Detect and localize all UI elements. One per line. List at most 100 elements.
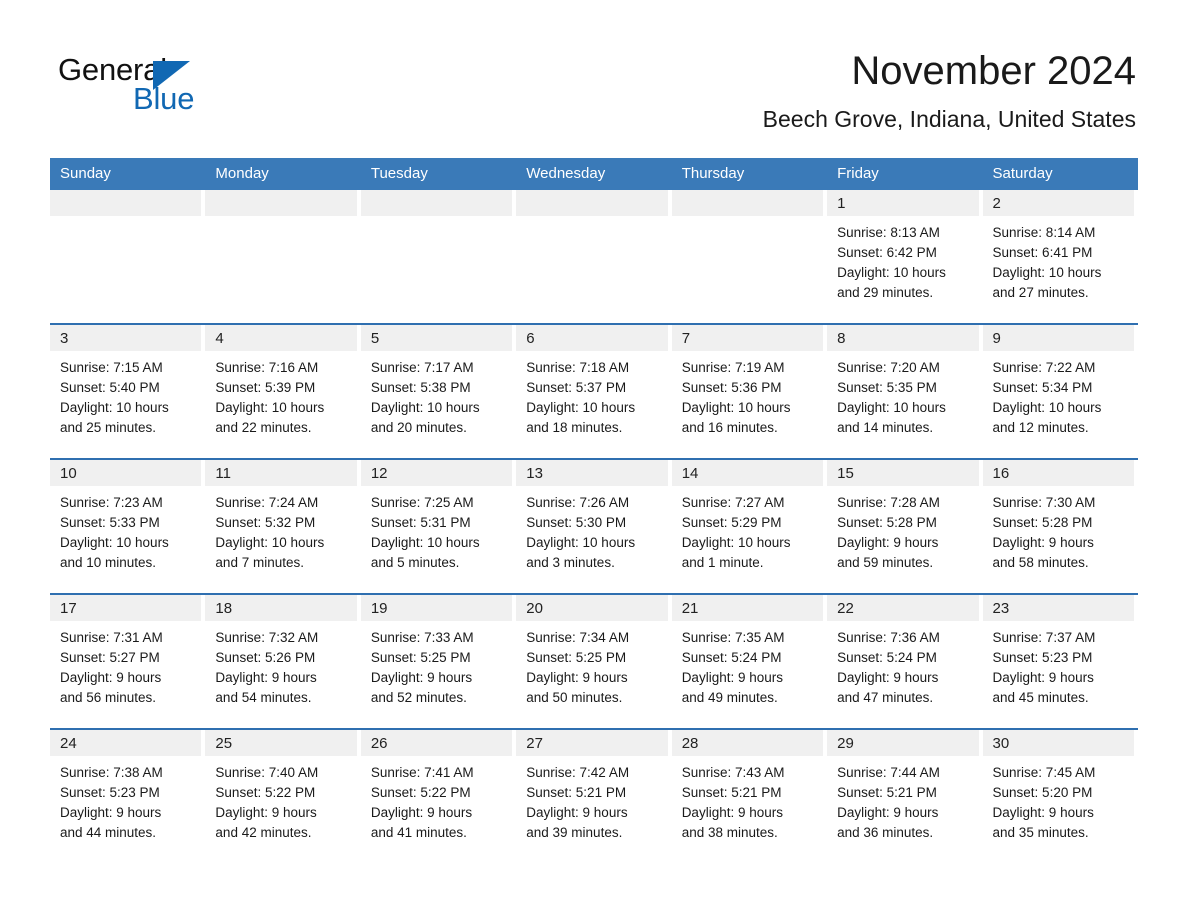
daylight-text-line2: and 56 minutes. bbox=[60, 690, 157, 705]
daylight-text-line2: and 20 minutes. bbox=[370, 420, 467, 435]
day-number: 6 bbox=[526, 330, 535, 347]
calendar-day-cell[interactable]: 25 Sunrise: 7:40 AM Sunset: 5:22 PM Dayligh… bbox=[205, 728, 361, 848]
calendar-day-cell[interactable]: 9 Sunrise: 7:22 AM Sunset: 5:34 PM Daylight… bbox=[982, 323, 1138, 459]
calendar-day-cell-empty bbox=[671, 190, 827, 324]
calendar-day-cell[interactable]: 4 Sunrise: 7:16 AM Sunset: 5:39 PM Daylight… bbox=[205, 323, 361, 459]
calendar-day-cell[interactable]: 21 Sunrise: 7:35 AM Sunset: 5:24 PM Dayligh… bbox=[671, 593, 828, 729]
day-number-strip: 30 bbox=[982, 730, 1134, 756]
calendar-day-cell[interactable]: 15 Sunrise: 7:28 AM Sunset: 5:28 PM Dayligh… bbox=[827, 458, 983, 594]
day-sun-info: Sunrise: 7:24 AM Sunset: 5:32 PM Daylight:… bbox=[205, 486, 360, 573]
day-number-strip: 17 bbox=[50, 595, 202, 621]
day-cell-content bbox=[360, 190, 516, 323]
sunrise-text: Sunrise: 7:31 AM bbox=[60, 630, 163, 645]
day-sun-info: Sunrise: 7:28 AM Sunset: 5:28 PM Daylight:… bbox=[827, 486, 982, 573]
daylight-text-line1: Daylight: 9 hours bbox=[837, 805, 939, 820]
daylight-text-line1: Daylight: 10 hours bbox=[681, 400, 791, 415]
calendar-day-cell[interactable]: 11 Sunrise: 7:24 AM Sunset: 5:32 PM Dayligh… bbox=[205, 458, 361, 594]
day-cell-content: 7 Sunrise: 7:19 AM Sunset: 5:36 PM Daylight… bbox=[671, 325, 827, 458]
day-number-strip: 24 bbox=[50, 730, 202, 756]
day-number-strip: 20 bbox=[516, 595, 668, 621]
calendar-day-cell[interactable]: 16 Sunrise: 7:30 AM Sunset: 5:28 PM Dayligh… bbox=[982, 458, 1138, 594]
calendar-day-cell[interactable]: 8 Sunrise: 7:20 AM Sunset: 5:35 PM Daylight… bbox=[827, 323, 983, 459]
calendar-day-cell[interactable]: 26 Sunrise: 7:41 AM Sunset: 5:22 PM Dayligh… bbox=[360, 728, 517, 848]
calendar-day-cell[interactable]: 2 Sunrise: 8:14 AM Sunset: 6:41 PM Daylight… bbox=[982, 190, 1138, 324]
daylight-text-line1: Daylight: 10 hours bbox=[60, 400, 169, 415]
day-number: 30 bbox=[992, 735, 1010, 752]
sunrise-text: Sunrise: 7:36 AM bbox=[837, 630, 940, 645]
daylight-text-line2: and 5 minutes. bbox=[370, 555, 460, 570]
daylight-text-line2: and 27 minutes. bbox=[992, 285, 1089, 300]
day-cell-content bbox=[671, 190, 827, 323]
daylight-text-line2: and 58 minutes. bbox=[992, 555, 1089, 570]
calendar-day-cell[interactable]: 27 Sunrise: 7:42 AM Sunset: 5:21 PM Dayligh… bbox=[516, 728, 672, 848]
day-number: 20 bbox=[526, 600, 543, 617]
daylight-text-line1: Daylight: 10 hours bbox=[370, 535, 480, 550]
day-number-strip: 27 bbox=[516, 730, 668, 756]
calendar-day-cell[interactable]: 17 Sunrise: 7:31 AM Sunset: 5:27 PM Dayligh… bbox=[50, 593, 206, 729]
day-number-strip: 3 bbox=[50, 325, 202, 351]
sunset-text: Sunset: 5:39 PM bbox=[215, 380, 316, 395]
daylight-text-line2: and 16 minutes. bbox=[681, 420, 778, 435]
calendar-day-cell[interactable]: 10 Sunrise: 7:23 AM Sunset: 5:33 PM Dayligh… bbox=[50, 458, 206, 594]
sunset-text: Sunset: 5:21 PM bbox=[837, 785, 937, 800]
calendar-week-row: 17 Sunrise: 7:31 AM Sunset: 5:27 PM Dayligh… bbox=[50, 593, 1138, 729]
day-cell-content: 28 Sunrise: 7:43 AM Sunset: 5:21 PM Dayligh… bbox=[671, 730, 827, 848]
calendar-day-cell[interactable]: 19 Sunrise: 7:33 AM Sunset: 5:25 PM Dayligh… bbox=[360, 593, 517, 729]
calendar-day-cell[interactable]: 5 Sunrise: 7:17 AM Sunset: 5:38 PM Daylight… bbox=[360, 323, 517, 459]
sunrise-text: Sunrise: 7:41 AM bbox=[370, 765, 474, 780]
calendar-day-cell[interactable]: 30 Sunrise: 7:45 AM Sunset: 5:20 PM Dayligh… bbox=[982, 728, 1138, 848]
generalblue-logo[interactable]: General Blue bbox=[58, 52, 298, 124]
day-number-strip: 23 bbox=[982, 595, 1134, 621]
day-number-strip: 6 bbox=[516, 325, 668, 351]
calendar-day-cell-empty bbox=[360, 190, 516, 324]
calendar-day-cell[interactable]: 20 Sunrise: 7:34 AM Sunset: 5:25 PM Dayligh… bbox=[516, 593, 672, 729]
calendar-day-cell[interactable]: 13 Sunrise: 7:26 AM Sunset: 5:30 PM Dayligh… bbox=[516, 458, 672, 594]
daylight-text-line1: Daylight: 10 hours bbox=[526, 400, 636, 415]
day-sun-info: Sunrise: 8:14 AM Sunset: 6:41 PM Daylight:… bbox=[983, 216, 1138, 303]
day-number-strip: 18 bbox=[205, 595, 357, 621]
day-sun-info: Sunrise: 7:38 AM Sunset: 5:23 PM Daylight:… bbox=[50, 756, 205, 843]
day-cell-content: 17 Sunrise: 7:31 AM Sunset: 5:27 PM Dayligh… bbox=[50, 595, 205, 728]
calendar-day-cell[interactable]: 7 Sunrise: 7:19 AM Sunset: 5:36 PM Daylight… bbox=[671, 323, 828, 459]
calendar-day-cell[interactable]: 14 Sunrise: 7:27 AM Sunset: 5:29 PM Dayligh… bbox=[671, 458, 828, 594]
calendar-day-cell[interactable]: 3 Sunrise: 7:15 AM Sunset: 5:40 PM Daylight… bbox=[50, 323, 206, 459]
calendar-day-cell[interactable]: 12 Sunrise: 7:25 AM Sunset: 5:31 PM Dayligh… bbox=[360, 458, 517, 594]
day-number-strip: 13 bbox=[516, 460, 668, 486]
sunrise-text: Sunrise: 7:18 AM bbox=[526, 360, 630, 375]
day-number-strip: 8 bbox=[827, 325, 979, 351]
day-sun-info: Sunrise: 7:30 AM Sunset: 5:28 PM Daylight:… bbox=[983, 486, 1138, 573]
daylight-text-line1: Daylight: 10 hours bbox=[992, 400, 1102, 415]
calendar-day-cell[interactable]: 23 Sunrise: 7:37 AM Sunset: 5:23 PM Dayligh… bbox=[982, 593, 1138, 729]
daylight-text-line2: and 12 minutes. bbox=[992, 420, 1089, 435]
calendar-day-cell[interactable]: 22 Sunrise: 7:36 AM Sunset: 5:24 PM Dayligh… bbox=[827, 593, 983, 729]
daylight-text-line2: and 14 minutes. bbox=[837, 420, 934, 435]
calendar-day-cell[interactable]: 29 Sunrise: 7:44 AM Sunset: 5:21 PM Dayligh… bbox=[827, 728, 983, 848]
day-cell-content bbox=[516, 190, 671, 323]
day-number: 4 bbox=[215, 330, 224, 347]
daylight-text-line1: Daylight: 9 hours bbox=[526, 805, 628, 820]
day-number-strip: 28 bbox=[671, 730, 824, 756]
sunrise-text: Sunrise: 7:16 AM bbox=[215, 360, 319, 375]
day-cell-content: 18 Sunrise: 7:32 AM Sunset: 5:26 PM Dayligh… bbox=[205, 595, 360, 728]
daylight-text-line1: Daylight: 9 hours bbox=[215, 670, 317, 685]
day-number: 24 bbox=[60, 735, 77, 752]
day-cell-content: 15 Sunrise: 7:28 AM Sunset: 5:28 PM Dayligh… bbox=[827, 460, 982, 593]
calendar-day-cell[interactable]: 6 Sunrise: 7:18 AM Sunset: 5:37 PM Daylight… bbox=[516, 323, 672, 459]
day-number: 5 bbox=[370, 330, 380, 347]
calendar-day-cell[interactable]: 1 Sunrise: 8:13 AM Sunset: 6:42 PM Daylight… bbox=[827, 190, 982, 324]
day-cell-content bbox=[50, 190, 205, 323]
daylight-text-line2: and 25 minutes. bbox=[60, 420, 157, 435]
page-title: November 2024 bbox=[851, 49, 1136, 93]
daylight-text-line2: and 36 minutes. bbox=[837, 825, 934, 840]
sunrise-text: Sunrise: 7:37 AM bbox=[992, 630, 1096, 645]
day-sun-info: Sunrise: 7:20 AM Sunset: 5:35 PM Daylight:… bbox=[827, 351, 982, 438]
day-number bbox=[516, 190, 667, 195]
sunset-text: Sunset: 5:30 PM bbox=[526, 515, 627, 530]
title-block: November 2024 Beech Grove, Indiana, Unit… bbox=[763, 46, 1136, 134]
day-number: 14 bbox=[681, 465, 699, 482]
calendar-day-cell[interactable]: 18 Sunrise: 7:32 AM Sunset: 5:26 PM Dayligh… bbox=[205, 593, 361, 729]
daylight-text-line1: Daylight: 9 hours bbox=[992, 670, 1094, 685]
calendar-day-cell[interactable]: 28 Sunrise: 7:43 AM Sunset: 5:21 PM Dayligh… bbox=[671, 728, 828, 848]
calendar-day-cell[interactable]: 24 Sunrise: 7:38 AM Sunset: 5:23 PM Dayligh… bbox=[50, 728, 206, 848]
daylight-text-line1: Daylight: 9 hours bbox=[215, 805, 317, 820]
